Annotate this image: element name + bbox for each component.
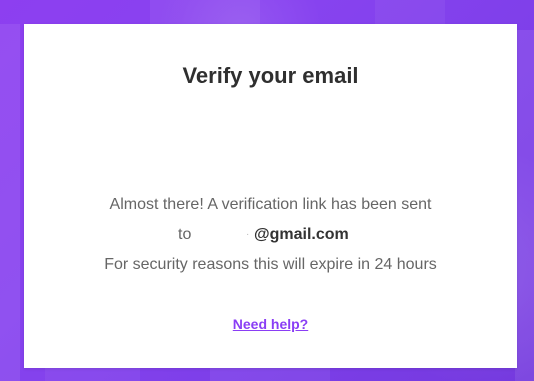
- verification-message: Almost there! A verification link has be…: [24, 190, 517, 280]
- message-line-3: For security reasons this will expire in…: [104, 256, 437, 273]
- background-stripe: [0, 24, 20, 381]
- email-domain: @gmail.com: [254, 226, 349, 243]
- message-line-1: Almost there! A verification link has be…: [109, 196, 432, 213]
- background-stripe: [375, 0, 445, 24]
- background-stripe: [150, 0, 260, 24]
- verification-card: Verify your email Almost there! A verifi…: [24, 24, 517, 368]
- email-prefix-label: to: [178, 226, 192, 243]
- email-line: to · @gmail.com: [24, 220, 517, 250]
- need-help-link[interactable]: Need help?: [24, 316, 517, 333]
- background-stripe: [210, 366, 330, 381]
- page-title: Verify your email: [182, 63, 359, 88]
- masked-email-prefix: ·: [246, 229, 250, 240]
- background-stripe: [45, 366, 140, 381]
- background-stripe: [515, 30, 534, 381]
